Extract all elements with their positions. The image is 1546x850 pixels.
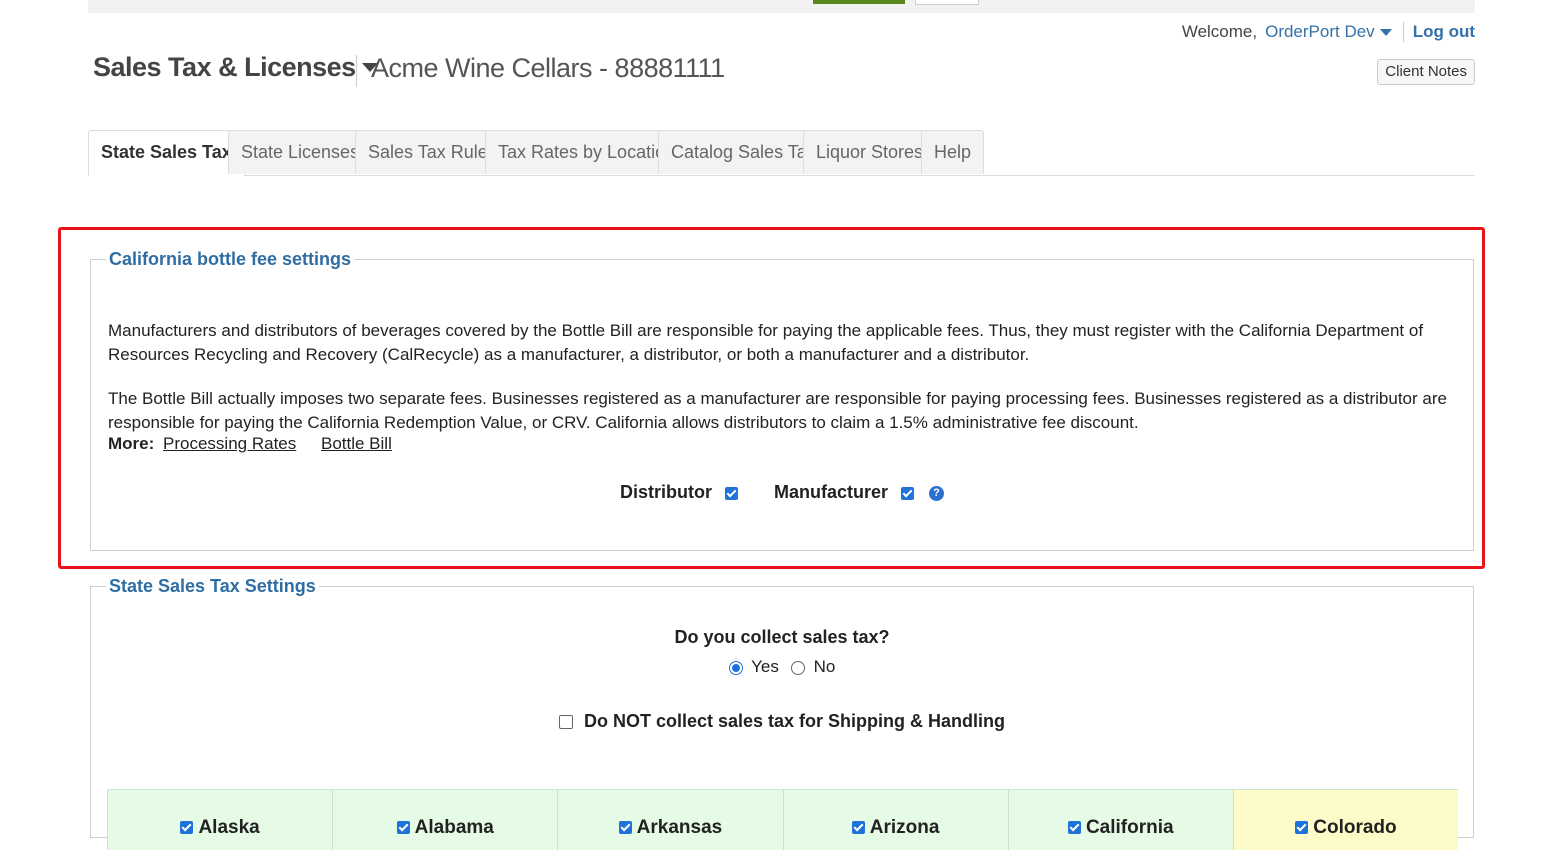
state-cell-california[interactable]: California bbox=[1007, 790, 1233, 850]
no-label: No bbox=[813, 657, 836, 676]
shipping-option[interactable]: Do NOT collect sales tax for Shipping & … bbox=[91, 711, 1473, 732]
state-checkbox[interactable] bbox=[180, 821, 194, 835]
user-name: OrderPort Dev bbox=[1265, 22, 1375, 41]
tab-state-sales-tax[interactable]: State Sales Tax bbox=[88, 130, 245, 176]
yes-option[interactable]: Yes bbox=[728, 657, 779, 677]
state-sales-tax-settings: State Sales Tax Settings Do you collect … bbox=[90, 576, 1474, 850]
state-name: Colorado bbox=[1313, 817, 1397, 838]
state-cell-colorado[interactable]: Colorado bbox=[1232, 790, 1459, 850]
user-menu[interactable]: OrderPort Dev bbox=[1265, 22, 1392, 42]
tab-state-licenses[interactable]: State Licenses bbox=[228, 130, 373, 174]
divider bbox=[1402, 22, 1404, 42]
top-nav-button[interactable] bbox=[915, 0, 979, 5]
welcome-text: Welcome, bbox=[1181, 22, 1258, 41]
state-cell-alabama[interactable]: Alabama bbox=[332, 790, 558, 850]
page-title: Sales Tax & Licenses bbox=[93, 52, 356, 82]
state-name: Alaska bbox=[198, 817, 260, 838]
state-cell-arizona[interactable]: Arizona bbox=[782, 790, 1008, 850]
yes-label: Yes bbox=[751, 657, 779, 676]
section-title-menu[interactable]: Sales Tax & Licenses bbox=[93, 52, 378, 83]
chevron-down-icon bbox=[1379, 28, 1392, 36]
collect-tax-radio-group: Yes No bbox=[91, 657, 1473, 677]
state-checkbox[interactable] bbox=[1067, 821, 1081, 835]
state-name: Arizona bbox=[869, 817, 940, 838]
shipping-checkbox[interactable] bbox=[558, 715, 573, 730]
tab-liquor-stores[interactable]: Liquor Stores bbox=[803, 130, 937, 174]
state-checkbox[interactable] bbox=[396, 821, 410, 835]
client-notes-button[interactable]: Client Notes bbox=[1377, 59, 1475, 85]
state-name: Alabama bbox=[414, 817, 494, 838]
shipping-label: Do NOT collect sales tax for Shipping & … bbox=[583, 711, 1006, 731]
top-nav-active-indicator[interactable] bbox=[813, 0, 905, 4]
state-cell-arkansas[interactable]: Arkansas bbox=[557, 790, 783, 850]
sales-tax-legend: State Sales Tax Settings bbox=[109, 576, 316, 596]
no-option[interactable]: No bbox=[790, 657, 836, 677]
state-checkbox[interactable] bbox=[618, 821, 632, 835]
top-nav-bar bbox=[88, 0, 1475, 13]
divider bbox=[356, 55, 357, 87]
tab-bar: State Sales Tax State Licenses Sales Tax… bbox=[88, 130, 1475, 176]
states-grid: Alaska Alabama Arkansas Arizona Californ… bbox=[107, 789, 1459, 850]
no-radio[interactable] bbox=[790, 660, 805, 675]
company-name: Acme Wine Cellars - 88881111 bbox=[371, 53, 725, 83]
state-name: Arkansas bbox=[636, 817, 723, 838]
state-cell-alaska[interactable]: Alaska bbox=[107, 790, 333, 850]
user-bar: Welcome, OrderPort Dev Log out bbox=[1182, 22, 1475, 42]
state-checkbox[interactable] bbox=[851, 821, 865, 835]
collect-tax-question: Do you collect sales tax? bbox=[674, 627, 890, 647]
yes-radio[interactable] bbox=[728, 660, 743, 675]
logout-link[interactable]: Log out bbox=[1413, 22, 1475, 42]
state-name: California bbox=[1085, 817, 1174, 838]
tab-help[interactable]: Help bbox=[921, 130, 985, 174]
highlight-box bbox=[58, 227, 1485, 569]
state-checkbox[interactable] bbox=[1295, 821, 1309, 835]
